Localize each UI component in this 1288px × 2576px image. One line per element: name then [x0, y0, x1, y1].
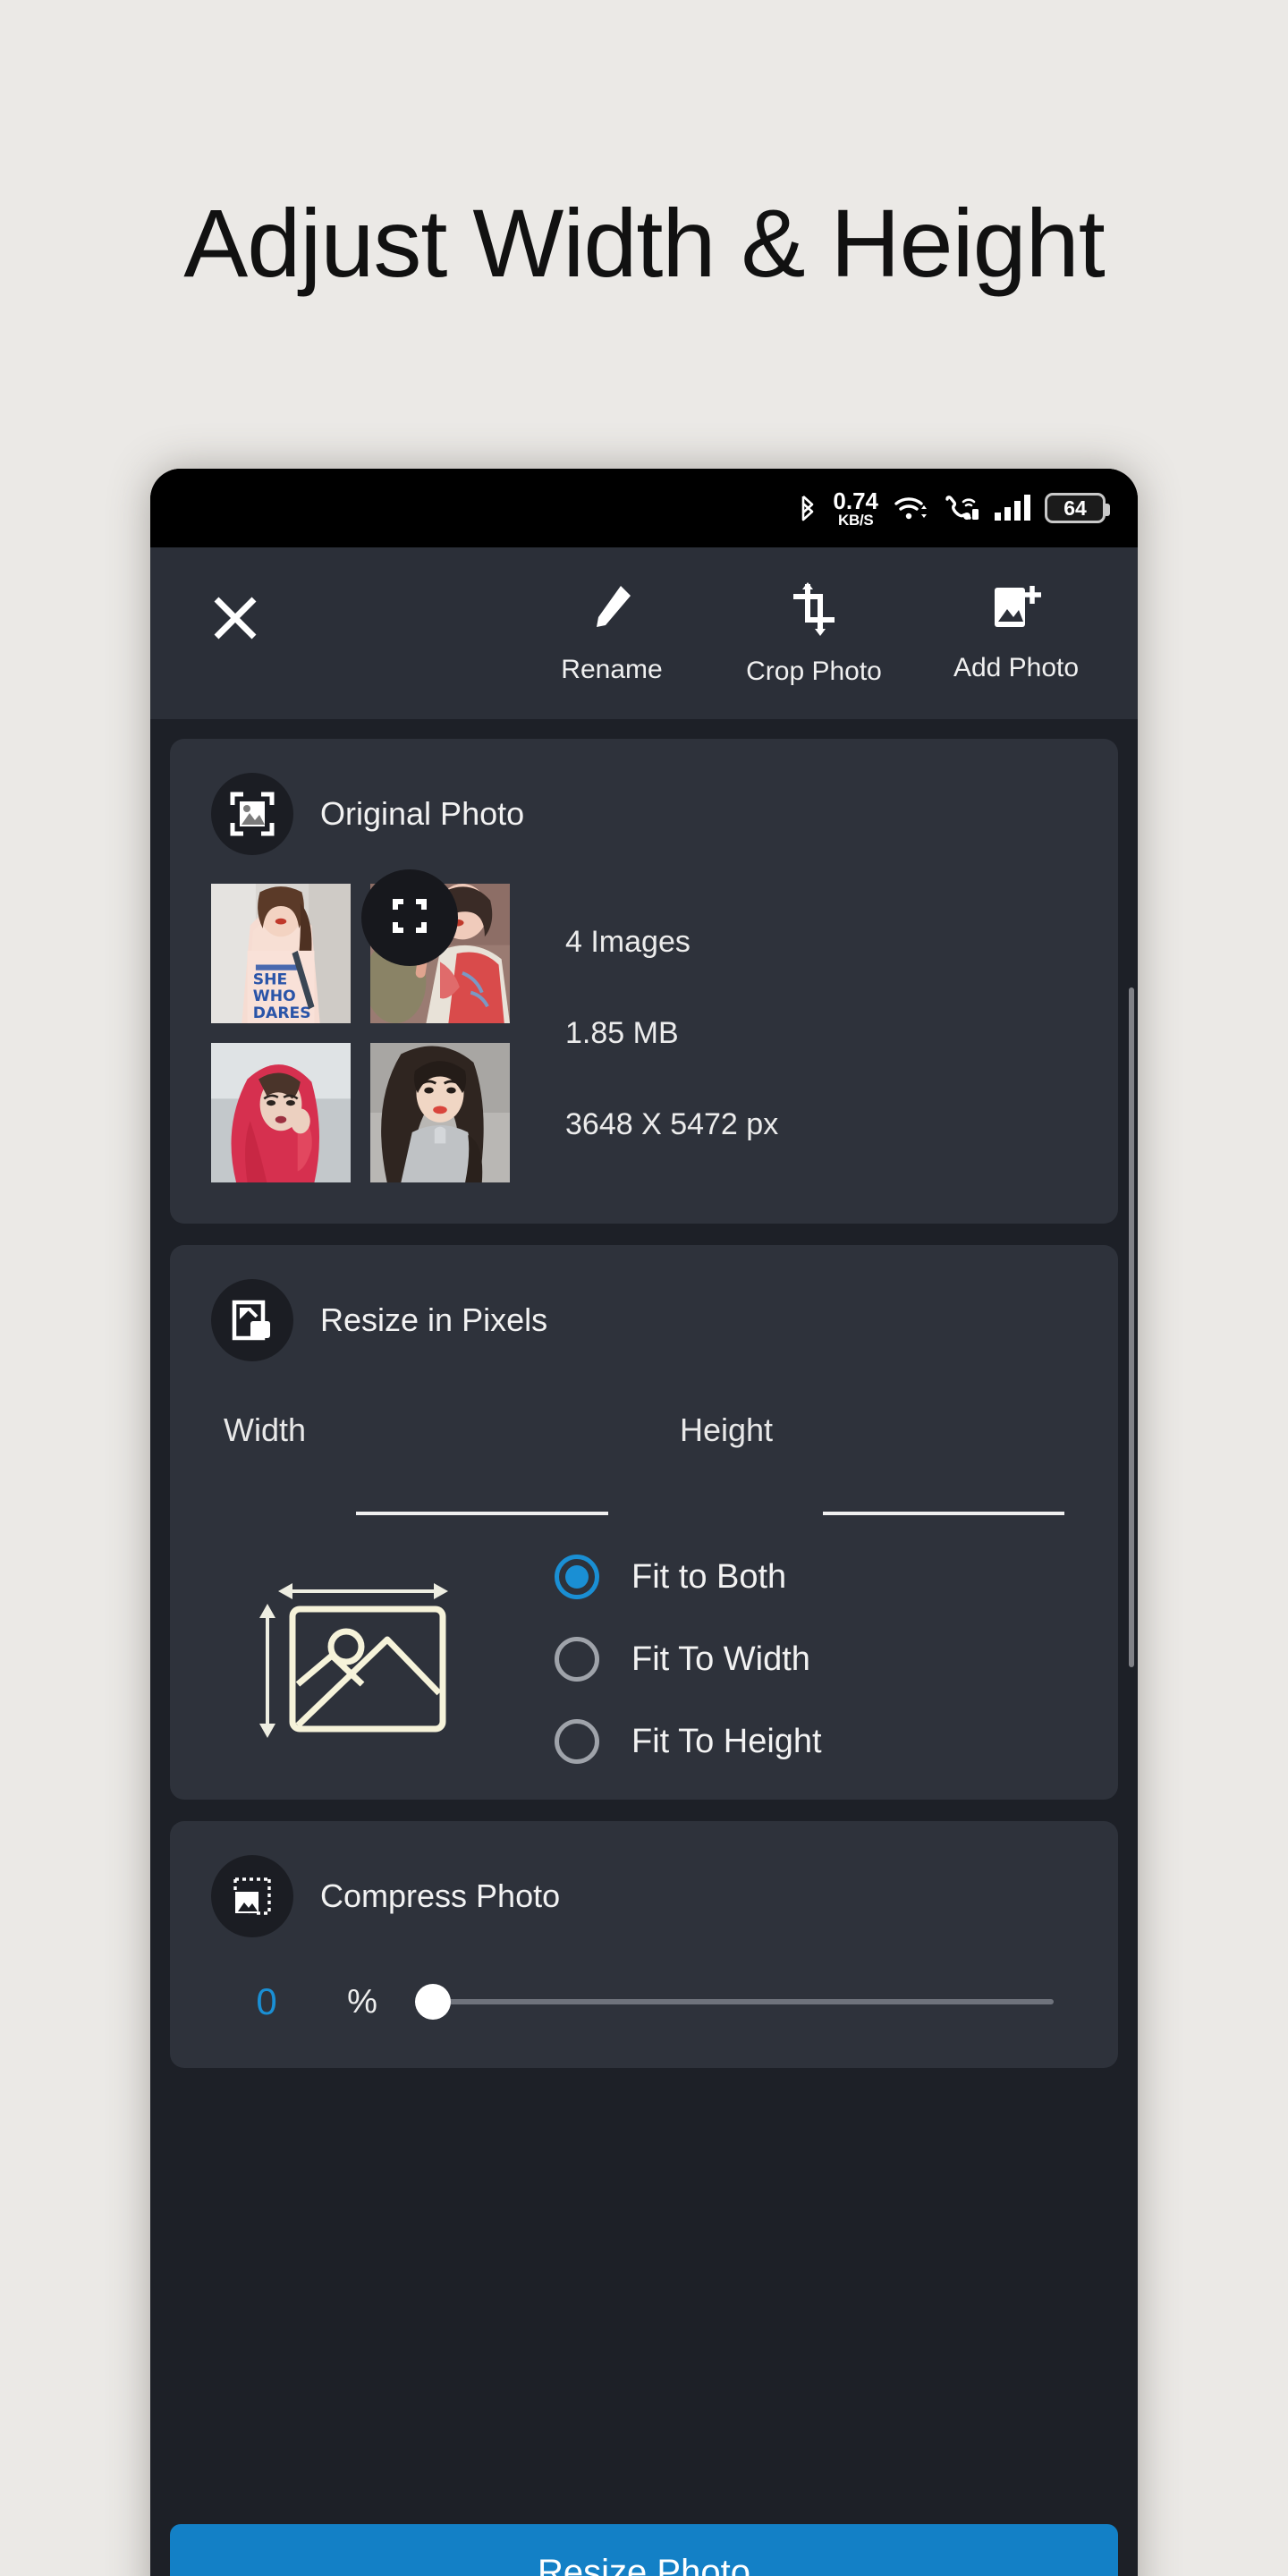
radio-fit-both-icon[interactable] — [555, 1555, 599, 1599]
fullscreen-expand-icon — [389, 895, 430, 941]
resize-card: Resize in Pixels Width Height Fit to Bot… — [170, 1245, 1118, 1800]
battery-level: 64 — [1063, 496, 1087, 520]
wifi-icon — [893, 494, 928, 522]
add-photo-button[interactable]: Add Photo — [941, 580, 1091, 687]
add-photo-label: Add Photo — [953, 652, 1080, 682]
compress-title: Compress Photo — [320, 1877, 561, 1914]
width-input[interactable] — [356, 1474, 608, 1515]
phone-mockup: 0.74 KB/S 64 Rename Crop Photo Add Photo… — [150, 469, 1138, 2576]
radio-fit-width-icon[interactable] — [555, 1637, 599, 1682]
close-button[interactable] — [186, 590, 284, 677]
compress-slider[interactable] — [415, 1984, 1054, 2020]
thumbnail-grid: SHE WHO DARES — [211, 869, 512, 1182]
page-title: Adjust Width & Height — [183, 189, 1105, 297]
close-icon — [208, 590, 263, 650]
svg-text:SHE: SHE — [253, 970, 287, 988]
compress-card: Compress Photo 0 % — [170, 1821, 1118, 2068]
compress-header: Compress Photo — [170, 1821, 1118, 1937]
app-toolbar: Rename Crop Photo Add Photo — [150, 547, 1138, 719]
fit-width-label: Fit To Width — [631, 1640, 810, 1678]
file-size: 1.85 MB — [565, 1015, 679, 1050]
crop-photo-button[interactable]: Crop Photo — [739, 580, 889, 687]
original-photo-header: Original Photo — [170, 739, 1118, 855]
slider-thumb[interactable] — [415, 1984, 451, 2020]
rename-button[interactable]: Rename — [537, 580, 687, 687]
compress-percent-sign: % — [347, 1982, 377, 2021]
scrollbar[interactable] — [1129, 987, 1134, 1667]
image-dimensions-icon — [170, 1570, 546, 1749]
thumbnail-1[interactable]: SHE WHO DARES — [211, 884, 351, 1023]
fit-both-label: Fit to Both — [631, 1557, 787, 1596]
radio-fit-height-icon[interactable] — [555, 1719, 599, 1764]
original-photo-info: 4 Images 1.85 MB 3648 X 5472 px — [555, 884, 1077, 1182]
resize-title: Resize in Pixels — [320, 1301, 548, 1338]
signal-bars-icon — [995, 495, 1030, 521]
rename-label: Rename — [561, 654, 663, 684]
image-dimensions: 3648 X 5472 px — [565, 1106, 779, 1141]
toolbar-actions: Rename Crop Photo Add Photo — [284, 580, 1097, 687]
thumbnail-3[interactable] — [211, 1043, 351, 1182]
battery-indicator: 64 — [1045, 493, 1110, 523]
compress-percent-value: 0 — [256, 1980, 277, 2022]
pencil-icon — [587, 580, 637, 640]
width-label: Width — [224, 1411, 307, 1448]
original-photo-card: Original Photo SHE WHO DARES 4 Images 1.… — [170, 739, 1118, 1224]
original-photo-body: SHE WHO DARES 4 Images 1.85 MB 3648 X 54… — [170, 855, 1118, 1224]
fit-height-label: Fit To Height — [631, 1722, 822, 1760]
bluetooth-icon — [797, 493, 818, 523]
network-speed-value: 0.74 — [833, 487, 878, 514]
fit-option-height[interactable]: Fit To Height — [555, 1719, 1118, 1764]
compress-icon — [211, 1855, 293, 1937]
scroll-content[interactable]: Original Photo SHE WHO DARES 4 Images 1.… — [150, 719, 1138, 2576]
crop-icon — [788, 580, 840, 642]
height-input[interactable] — [823, 1474, 1064, 1515]
fit-option-width[interactable]: Fit To Width — [555, 1637, 1118, 1682]
network-speed-unit: KB/S — [837, 511, 874, 529]
slider-track — [415, 1999, 1054, 2004]
crop-photo-label: Crop Photo — [746, 656, 882, 686]
resize-header: Resize in Pixels — [170, 1245, 1118, 1361]
width-field-group: Width — [224, 1411, 608, 1515]
status-bar: 0.74 KB/S 64 — [150, 469, 1138, 547]
height-label: Height — [680, 1411, 774, 1448]
fit-mode-row: Fit to Both Fit To Width Fit To Height — [170, 1515, 1118, 1764]
resize-icon — [211, 1279, 293, 1361]
height-field-group: Height — [680, 1411, 1064, 1515]
compress-slider-row: 0 % — [170, 1937, 1118, 2032]
expand-thumbnails-button[interactable] — [361, 869, 458, 966]
dimension-inputs: Width Height — [170, 1361, 1118, 1515]
network-speed: 0.74 KB/S — [833, 489, 878, 528]
fit-options: Fit to Both Fit To Width Fit To Height — [546, 1555, 1118, 1764]
original-photo-title: Original Photo — [320, 795, 525, 832]
call-wifi-icon — [943, 494, 980, 522]
fit-option-both[interactable]: Fit to Both — [555, 1555, 1118, 1599]
image-count: 4 Images — [565, 924, 691, 959]
image-frame-icon — [211, 773, 293, 855]
add-photo-icon — [989, 580, 1043, 639]
svg-text:DARES: DARES — [253, 1004, 311, 1022]
app-screen: Rename Crop Photo Add Photo Original Pho… — [150, 547, 1138, 2576]
svg-text:WHO: WHO — [253, 987, 296, 1005]
thumbnail-4[interactable] — [370, 1043, 510, 1182]
resize-photo-button[interactable]: Resize Photo — [170, 2524, 1118, 2576]
